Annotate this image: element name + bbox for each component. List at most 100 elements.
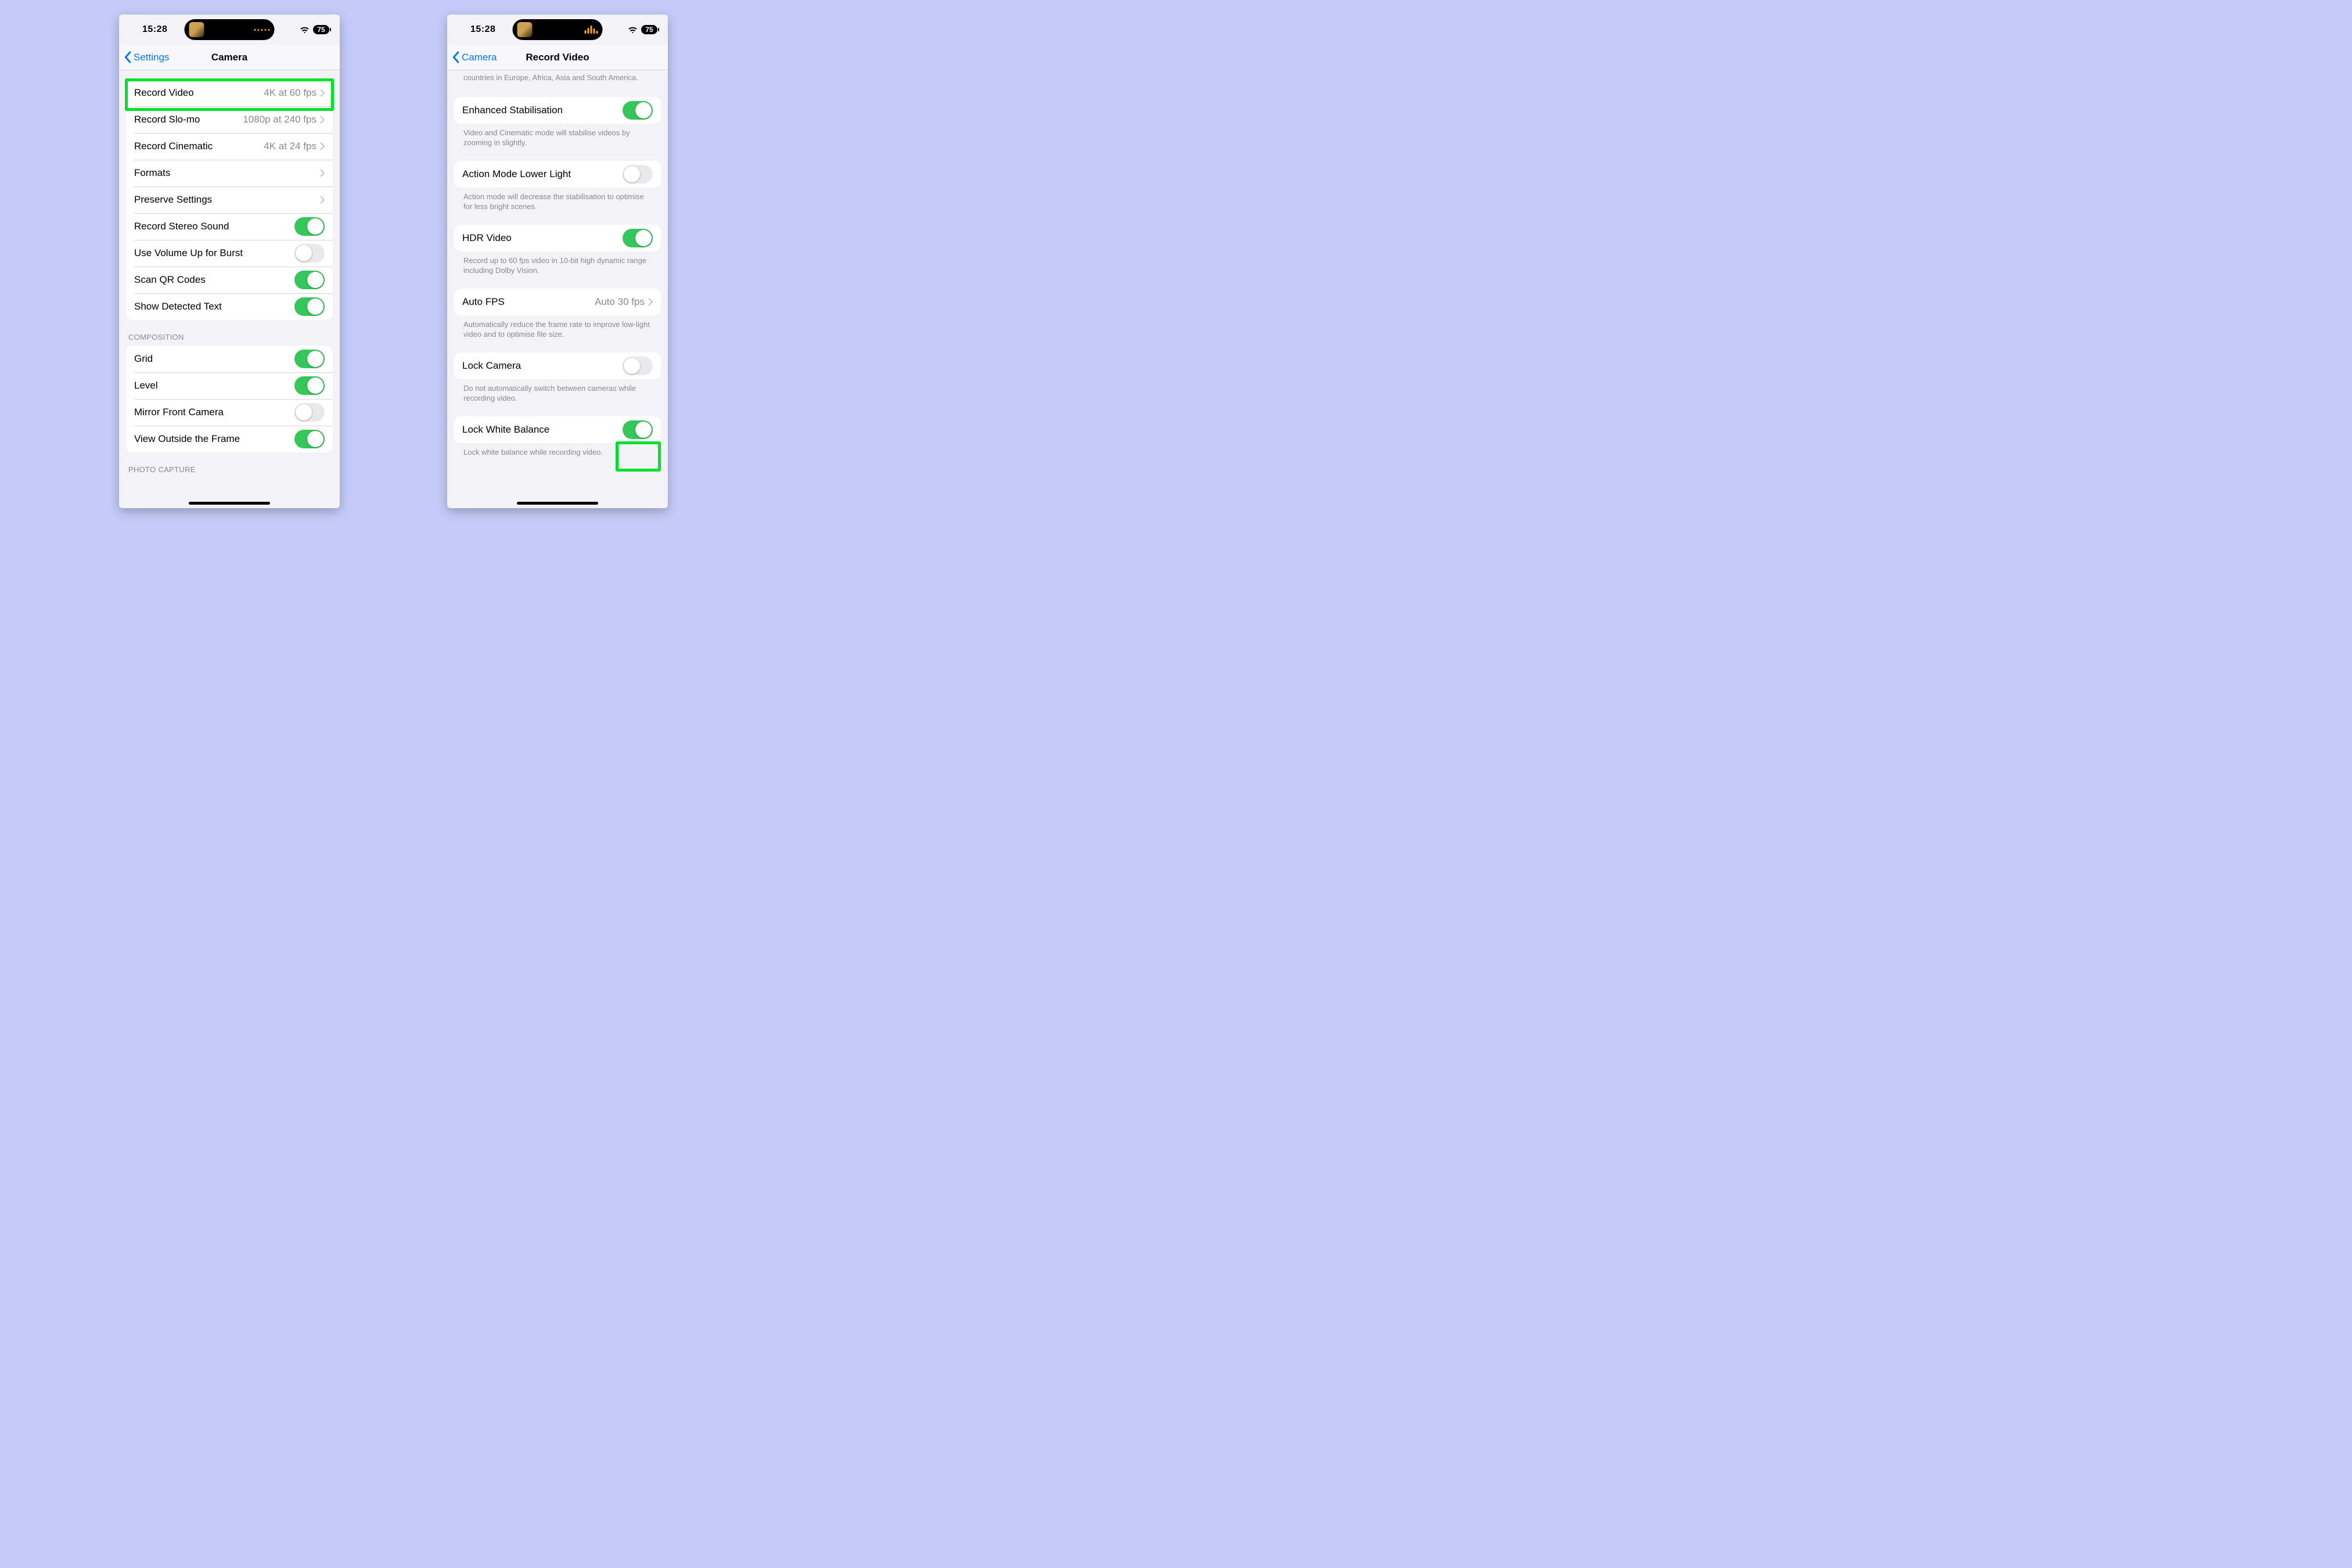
group-action-mode: Action Mode Lower Light <box>454 161 661 188</box>
row-label: Enhanced Stabilisation <box>462 105 623 116</box>
toggle-action-mode-lower-light[interactable] <box>623 165 653 184</box>
toggle-record-stereo[interactable] <box>294 217 325 236</box>
toggle-volume-burst[interactable] <box>294 244 325 262</box>
now-playing-eq-icon <box>254 29 270 31</box>
row-level: Level <box>126 372 333 399</box>
row-label: Lock Camera <box>462 360 623 372</box>
row-detected-text: Show Detected Text <box>126 293 333 320</box>
row-label: HDR Video <box>462 232 623 244</box>
page-title: Camera <box>211 52 247 63</box>
status-time: 15:28 <box>142 24 167 35</box>
toggle-level[interactable] <box>294 376 325 395</box>
back-label: Settings <box>134 52 169 63</box>
now-playing-eq-icon <box>585 26 598 34</box>
phone-record-video-settings: 15:28 75 Camera Record Video countries i… <box>447 15 668 508</box>
nav-header: Camera Record Video <box>447 45 668 70</box>
row-label: Show Detected Text <box>134 301 294 312</box>
footer-auto-fps: Automatically reduce the frame rate to i… <box>447 315 668 343</box>
row-action-mode-lower-light: Action Mode Lower Light <box>454 161 661 188</box>
toggle-detected-text[interactable] <box>294 297 325 316</box>
row-view-outside: View Outside the Frame <box>126 426 333 452</box>
row-record-slomo[interactable]: Record Slo-mo 1080p at 240 fps <box>126 106 333 133</box>
row-formats[interactable]: Formats <box>126 160 333 186</box>
row-lock-camera: Lock Camera <box>454 353 661 379</box>
dynamic-island[interactable] <box>513 19 603 40</box>
footer-enhanced-stabilisation: Video and Cinematic mode will stabilise … <box>447 124 668 152</box>
status-time: 15:28 <box>470 24 495 35</box>
row-label: Grid <box>134 353 294 365</box>
toggle-lock-white-balance[interactable] <box>623 420 653 439</box>
group-recording: Record Video 4K at 60 fps Record Slo-mo … <box>126 80 333 320</box>
row-label: Record Cinematic <box>134 141 264 152</box>
row-label: Record Slo-mo <box>134 114 243 125</box>
row-enhanced-stabilisation: Enhanced Stabilisation <box>454 97 661 124</box>
footer-hdr-video: Record up to 60 fps video in 10-bit high… <box>447 251 668 279</box>
battery-indicator: 75 <box>641 25 657 34</box>
group-auto-fps: Auto FPS Auto 30 fps <box>454 289 661 315</box>
nav-header: Settings Camera <box>119 45 340 70</box>
footer-lock-camera: Do not automatically switch between came… <box>447 379 668 407</box>
toggle-scan-qr[interactable] <box>294 271 325 289</box>
group-hdr-video: HDR Video <box>454 225 661 251</box>
footer-text-pal-partial: countries in Europe, Africa, Asia and So… <box>447 70 668 88</box>
toggle-enhanced-stabilisation[interactable] <box>623 101 653 120</box>
status-bar: 15:28 75 <box>447 15 668 45</box>
row-value: 1080p at 240 fps <box>243 114 317 125</box>
row-label: Record Video <box>134 87 264 99</box>
row-value: 4K at 24 fps <box>264 141 317 152</box>
group-lock-camera: Lock Camera <box>454 353 661 379</box>
row-label: View Outside the Frame <box>134 433 294 445</box>
row-label: Mirror Front Camera <box>134 407 294 418</box>
row-mirror-front: Mirror Front Camera <box>126 399 333 426</box>
now-playing-art-icon <box>189 22 204 37</box>
chevron-right-icon <box>320 169 325 177</box>
wifi-icon <box>300 25 310 35</box>
settings-scroll[interactable]: countries in Europe, Africa, Asia and So… <box>447 70 668 508</box>
chevron-right-icon <box>648 298 653 306</box>
section-header-composition: Composition <box>119 320 340 346</box>
back-label: Camera <box>462 52 497 63</box>
back-button[interactable]: Camera <box>447 51 497 63</box>
chevron-right-icon <box>320 89 325 97</box>
group-composition: Grid Level Mirror Front Camera View Outs… <box>126 346 333 452</box>
page-title: Record Video <box>526 52 589 63</box>
chevron-right-icon <box>320 116 325 124</box>
group-enhanced-stabilisation: Enhanced Stabilisation <box>454 97 661 124</box>
row-label: Record Stereo Sound <box>134 221 294 232</box>
back-button[interactable]: Settings <box>119 51 169 63</box>
group-lock-white-balance: Lock White Balance <box>454 416 661 443</box>
footer-lock-white-balance: Lock white balance while recording video… <box>447 443 668 461</box>
row-hdr-video: HDR Video <box>454 225 661 251</box>
row-label: Formats <box>134 167 320 179</box>
row-lock-white-balance: Lock White Balance <box>454 416 661 443</box>
row-volume-burst: Use Volume Up for Burst <box>126 240 333 267</box>
toggle-hdr-video[interactable] <box>623 229 653 247</box>
toggle-mirror-front[interactable] <box>294 403 325 422</box>
footer-action-mode: Action mode will decrease the stabilisat… <box>447 188 668 215</box>
battery-indicator: 75 <box>313 25 329 34</box>
section-header-photo-capture: Photo Capture <box>119 452 340 478</box>
row-label: Scan QR Codes <box>134 274 294 286</box>
toggle-view-outside[interactable] <box>294 430 325 448</box>
row-preserve-settings[interactable]: Preserve Settings <box>126 186 333 213</box>
row-label: Use Volume Up for Burst <box>134 247 294 259</box>
row-label: Lock White Balance <box>462 424 623 436</box>
row-record-stereo: Record Stereo Sound <box>126 213 333 240</box>
toggle-grid[interactable] <box>294 350 325 368</box>
row-auto-fps[interactable]: Auto FPS Auto 30 fps <box>454 289 661 315</box>
row-label: Preserve Settings <box>134 194 320 206</box>
row-label: Auto FPS <box>462 296 595 308</box>
home-indicator[interactable] <box>517 502 598 505</box>
row-value: Auto 30 fps <box>595 296 645 308</box>
row-record-cinematic[interactable]: Record Cinematic 4K at 24 fps <box>126 133 333 160</box>
row-label: Level <box>134 380 294 391</box>
settings-scroll[interactable]: Record Video 4K at 60 fps Record Slo-mo … <box>119 70 340 508</box>
toggle-lock-camera[interactable] <box>623 357 653 375</box>
home-indicator[interactable] <box>189 502 270 505</box>
wifi-icon <box>628 25 638 35</box>
row-label: Action Mode Lower Light <box>462 168 623 180</box>
row-record-video[interactable]: Record Video 4K at 60 fps <box>126 80 333 106</box>
chevron-right-icon <box>320 142 325 150</box>
dynamic-island[interactable] <box>185 19 275 40</box>
row-grid: Grid <box>126 346 333 372</box>
